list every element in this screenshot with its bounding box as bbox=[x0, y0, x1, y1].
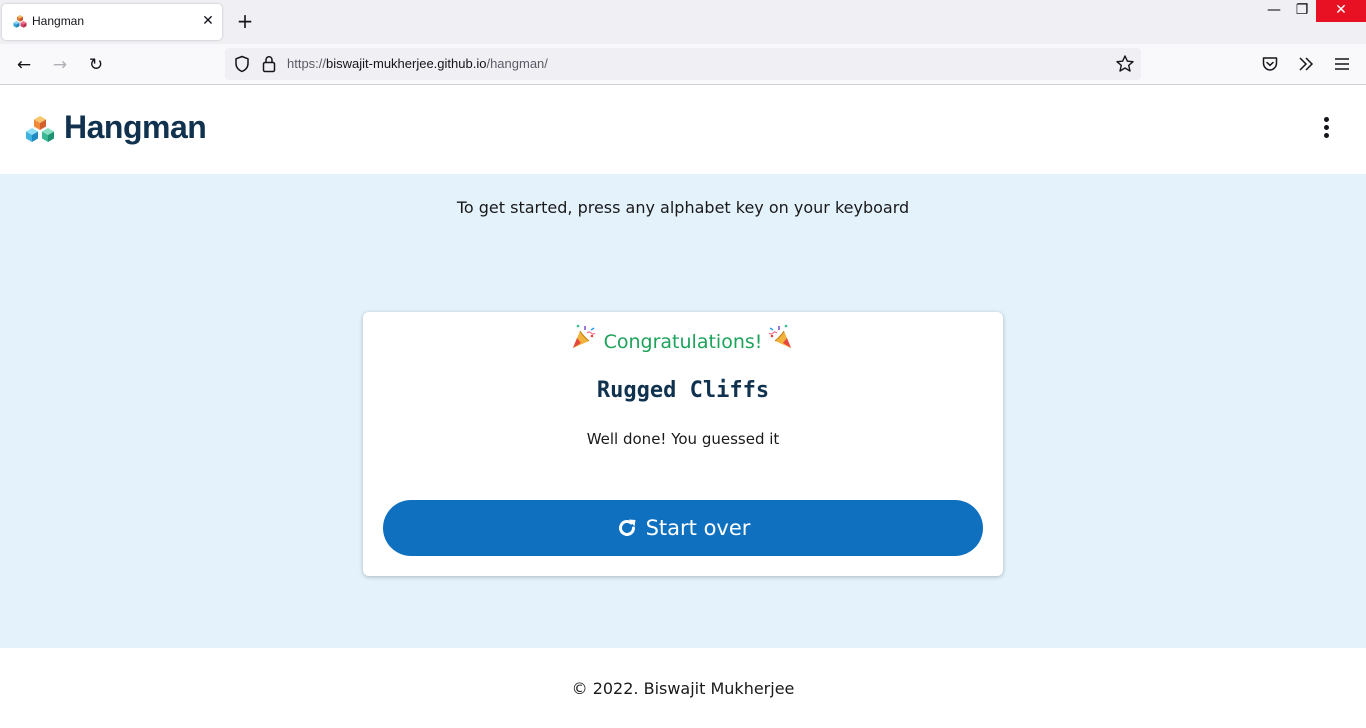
url-scheme: https:// bbox=[287, 56, 327, 71]
site-footer: © 2022. Biswajit Mukherjee bbox=[0, 648, 1366, 728]
congrats-heading: Congratulations! bbox=[603, 331, 763, 353]
reload-button[interactable]: ↻ bbox=[83, 52, 109, 78]
window-close-button[interactable]: ✕ bbox=[1316, 0, 1366, 22]
back-button[interactable]: ← bbox=[11, 52, 37, 78]
menu-icon[interactable] bbox=[1332, 54, 1352, 74]
window-minimize-button[interactable]: — bbox=[1259, 0, 1289, 22]
tab-title: Hangman bbox=[32, 14, 85, 28]
party-popper-icon bbox=[768, 324, 791, 348]
answer-text: Rugged Cliffs bbox=[596, 378, 770, 403]
shield-icon[interactable] bbox=[233, 55, 251, 73]
redo-icon bbox=[618, 519, 636, 536]
window-maximize-button[interactable]: ❐ bbox=[1287, 0, 1317, 22]
new-tab-button[interactable]: + bbox=[233, 10, 257, 34]
url-host: biswajit-mukherjee.github.io bbox=[326, 56, 487, 71]
lock-icon[interactable] bbox=[261, 55, 277, 73]
address-bar[interactable]: https://biswajit-mukherjee.github.io/han… bbox=[225, 48, 1141, 80]
url-text[interactable]: https://biswajit-mukherjee.github.io/han… bbox=[287, 56, 548, 71]
kebab-menu-icon[interactable] bbox=[1316, 117, 1336, 143]
instructions-text: To get started, press any alphabet key o… bbox=[456, 198, 910, 217]
start-over-label: Start over bbox=[645, 516, 751, 540]
url-path: /hangman/ bbox=[486, 56, 548, 71]
pocket-icon[interactable] bbox=[1260, 54, 1280, 74]
start-over-button[interactable]: Start over bbox=[383, 500, 983, 556]
result-card: Congratulations! Rugged Cliffs Well done… bbox=[363, 312, 1003, 576]
site-header: Hangman bbox=[0, 85, 1366, 174]
tab-close-icon[interactable]: ✕ bbox=[200, 13, 216, 29]
stacked-cubes-icon[interactable] bbox=[24, 115, 56, 145]
browser-tab[interactable]: Hangman ✕ bbox=[2, 4, 222, 40]
star-icon[interactable] bbox=[1115, 54, 1135, 74]
result-message: Well done! You guessed it bbox=[586, 430, 780, 448]
game-area: To get started, press any alphabet key o… bbox=[0, 174, 1366, 648]
extensions-overflow-icon[interactable] bbox=[1296, 54, 1316, 74]
browser-tab-strip: Hangman ✕ + — ❐ ✕ bbox=[0, 0, 1366, 44]
copyright-text: © 2022. Biswajit Mukherjee bbox=[571, 679, 795, 698]
forward-button[interactable]: → bbox=[47, 52, 73, 78]
browser-toolbar: ← → ↻ https://biswajit-mukherjee.github.… bbox=[0, 44, 1366, 85]
brand-title[interactable]: Hangman bbox=[64, 109, 207, 146]
congrats-row: Congratulations! bbox=[363, 320, 1003, 364]
stacked-cubes-icon bbox=[13, 15, 27, 28]
